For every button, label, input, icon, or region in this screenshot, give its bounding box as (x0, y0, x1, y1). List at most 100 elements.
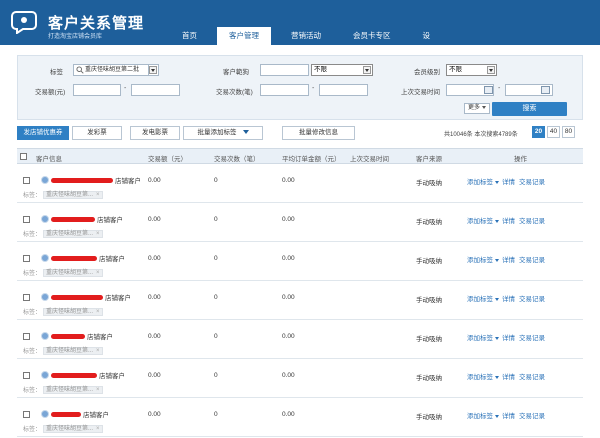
cell-amount: 0.00 (148, 411, 161, 418)
row-checkbox[interactable] (23, 216, 30, 223)
add-tag-link[interactable]: 添加标签 (467, 335, 493, 342)
count-min-input[interactable] (260, 84, 309, 96)
customer-name[interactable]: 店铺客户 (97, 214, 123, 224)
add-tag-link[interactable]: 添加标签 (467, 413, 493, 420)
close-icon[interactable]: × (96, 270, 100, 276)
history-link[interactable]: 交易记录 (519, 335, 545, 342)
calendar-icon[interactable] (541, 86, 550, 94)
search-icon (76, 66, 84, 74)
row-actions: 添加标签 详情 交易记录 (467, 410, 545, 420)
calendar-icon[interactable] (484, 86, 493, 94)
send-movie-ticket-button[interactable]: 发电影票 (130, 126, 180, 140)
close-icon[interactable]: × (96, 192, 100, 198)
cell-amount: 0.00 (148, 216, 161, 223)
chevron-down-icon[interactable] (495, 219, 499, 223)
detail-link[interactable]: 详情 (502, 179, 515, 186)
add-tag-link[interactable]: 添加标签 (467, 257, 493, 264)
redaction-mark (51, 255, 97, 261)
col-count[interactable]: 交易次数（笔） (214, 153, 260, 163)
detail-link[interactable]: 详情 (502, 413, 515, 420)
cell-avg: 0.00 (282, 255, 295, 262)
amount-max-input[interactable] (131, 84, 180, 96)
chevron-down-icon[interactable] (495, 336, 499, 340)
send-coupon-button[interactable]: 发店铺优惠券 (17, 126, 69, 140)
row-checkbox[interactable] (23, 177, 30, 184)
batch-add-tag-button[interactable]: 批量添加标签 (183, 126, 263, 140)
range-select[interactable]: 不限 (311, 64, 373, 76)
chevron-down-icon[interactable] (495, 258, 499, 262)
customer-name[interactable]: 店铺客户 (99, 253, 125, 263)
chevron-down-icon[interactable] (495, 297, 499, 301)
chevron-down-icon[interactable] (495, 414, 499, 418)
nav-home[interactable]: 首页 (170, 27, 209, 45)
cell-source: 手动吸纳 (416, 258, 442, 265)
nav-settings[interactable]: 设 (411, 27, 443, 45)
history-link[interactable]: 交易记录 (519, 218, 545, 225)
level-label: 会员级别 (414, 69, 440, 76)
cell-amount: 0.00 (148, 177, 161, 184)
main-nav: 首页 客户管理 营销活动 会员卡专区 设 (170, 27, 442, 45)
customer-name[interactable]: 店铺客户 (115, 175, 141, 185)
nav-customers[interactable]: 客户管理 (217, 27, 271, 45)
add-tag-link[interactable]: 添加标签 (467, 179, 493, 186)
add-tag-link[interactable]: 添加标签 (467, 296, 493, 303)
tag-dropdown[interactable] (148, 64, 159, 76)
close-icon[interactable]: × (96, 309, 100, 315)
batch-edit-button[interactable]: 批量修改信息 (282, 126, 355, 140)
row-checkbox[interactable] (23, 255, 30, 262)
nav-membership[interactable]: 会员卡专区 (341, 27, 403, 45)
search-button[interactable]: 搜索 (492, 102, 567, 116)
chevron-down-icon[interactable] (495, 180, 499, 184)
detail-link[interactable]: 详情 (502, 218, 515, 225)
history-link[interactable]: 交易记录 (519, 413, 545, 420)
customer-name[interactable]: 店铺客户 (105, 292, 131, 302)
col-amount[interactable]: 交易额（元） (148, 153, 187, 163)
customer-name[interactable]: 店铺客户 (87, 331, 113, 341)
history-link[interactable]: 交易记录 (519, 374, 545, 381)
cell-avg: 0.00 (282, 294, 295, 301)
row-checkbox[interactable] (23, 294, 30, 301)
cell-source: 手动吸纳 (416, 219, 442, 226)
more-filters-button[interactable]: 更多 (464, 103, 491, 114)
history-link[interactable]: 交易记录 (519, 257, 545, 264)
count-max-input[interactable] (319, 84, 368, 96)
tag-line: 标签： 重庆怪味胡豆第... × (23, 268, 103, 277)
range-select-value: 不限 (314, 66, 327, 73)
select-all-checkbox[interactable] (20, 153, 27, 160)
col-last[interactable]: 上次交易时间 (350, 153, 389, 163)
level-select-value: 不限 (449, 66, 462, 73)
row-checkbox[interactable] (23, 333, 30, 340)
page-size-20[interactable]: 20 (532, 126, 545, 138)
detail-link[interactable]: 详情 (502, 296, 515, 303)
level-select[interactable]: 不限 (446, 64, 497, 76)
row-checkbox[interactable] (23, 372, 30, 379)
close-icon[interactable]: × (96, 387, 100, 393)
range-input[interactable] (260, 64, 309, 76)
amount-min-input[interactable] (73, 84, 121, 96)
table-row: 店铺客户 0.00 0 0.00 手动吸纳 添加标签 详情 交易记录 标签： 重庆怪… (17, 165, 583, 203)
col-avg[interactable]: 平均订单金额（元） (282, 153, 341, 163)
page-size-80[interactable]: 80 (562, 126, 575, 138)
add-tag-link[interactable]: 添加标签 (467, 374, 493, 381)
redaction-mark (51, 411, 81, 417)
history-link[interactable]: 交易记录 (519, 179, 545, 186)
nav-marketing[interactable]: 营销活动 (279, 27, 333, 45)
detail-link[interactable]: 详情 (502, 257, 515, 264)
app-header: 客户关系管理 打造淘宝店铺会员库 首页 客户管理 营销活动 会员卡专区 设 (0, 0, 600, 45)
customer-name[interactable]: 店铺客户 (99, 370, 125, 380)
send-lottery-button[interactable]: 发彩票 (72, 126, 122, 140)
customer-info: 店铺客户 (41, 253, 125, 263)
customer-name[interactable]: 店铺客户 (83, 409, 109, 419)
row-checkbox[interactable] (23, 411, 30, 418)
customer-info: 店铺客户 (41, 370, 125, 380)
close-icon[interactable]: × (96, 426, 100, 432)
tag-input[interactable]: 重庆怪味胡豆第二批 (73, 64, 159, 76)
chevron-down-icon[interactable] (495, 375, 499, 379)
add-tag-link[interactable]: 添加标签 (467, 218, 493, 225)
close-icon[interactable]: × (96, 348, 100, 354)
detail-link[interactable]: 详情 (502, 335, 515, 342)
page-size-40[interactable]: 40 (547, 126, 560, 138)
close-icon[interactable]: × (96, 231, 100, 237)
history-link[interactable]: 交易记录 (519, 296, 545, 303)
detail-link[interactable]: 详情 (502, 374, 515, 381)
